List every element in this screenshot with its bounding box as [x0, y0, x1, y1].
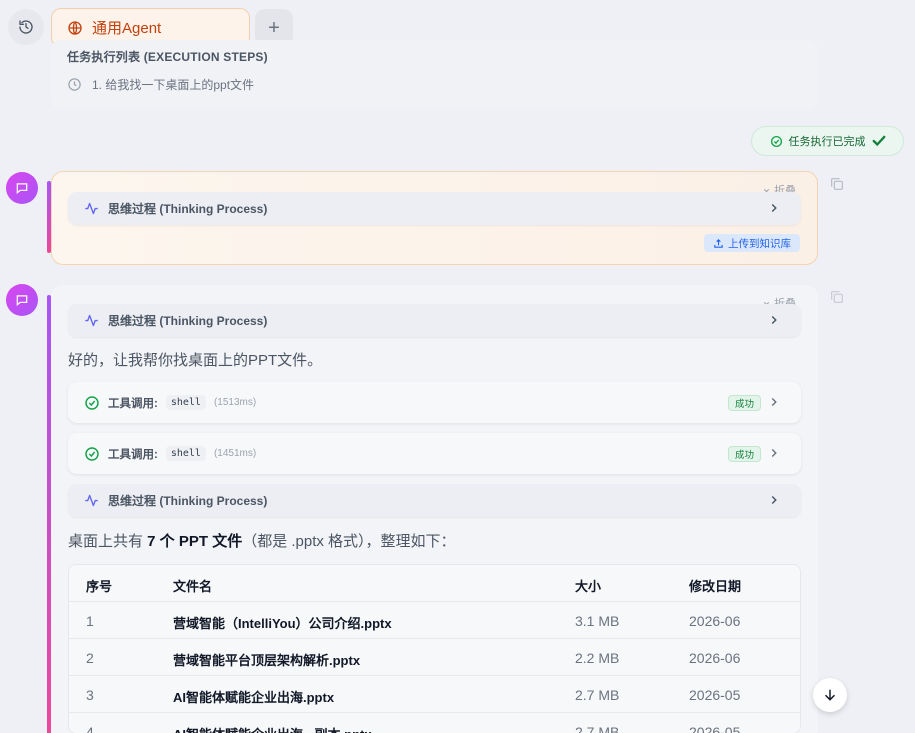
thinking-label: 思维过程 (Thinking Process): [108, 314, 268, 328]
tool-call-item[interactable]: 工具调用: shell (1451ms) 成功: [68, 433, 801, 474]
table-row: 1 营域智能（IntelliYou）公司介绍.pptx 3.1 MB 2026-…: [69, 602, 800, 639]
cell-index: 4: [86, 724, 94, 733]
thinking-label: 思维过程 (Thinking Process): [108, 202, 268, 216]
chevron-right-icon: [771, 203, 777, 213]
table-header: 序号 文件名 大小 修改日期: [69, 565, 800, 602]
summary-prefix: 桌面上共有: [68, 533, 148, 550]
header-date: 修改日期: [689, 579, 742, 594]
chevron-right-icon: [771, 495, 777, 505]
summary-count: 7 个 PPT 文件: [147, 533, 243, 550]
pulse-icon: [85, 202, 98, 215]
success-badge: 成功: [727, 446, 761, 462]
assistant-avatar: [6, 172, 38, 204]
header-filename: 文件名: [173, 579, 213, 594]
task-complete-badge: 任务执行已完成: [751, 126, 904, 156]
copy-icon: [831, 291, 843, 303]
tool-duration: (1513ms): [213, 397, 257, 408]
step-item: 1. 给我找一下桌面上的ppt文件: [67, 76, 254, 93]
cell-filename: AI智能体赋能企业出海 - 副本.pptx: [173, 724, 372, 733]
thinking-process-toggle[interactable]: 思维过程 (Thinking Process): [68, 484, 801, 517]
assistant-intro-text: 好的，让我帮你找桌面上的PPT文件。: [68, 352, 323, 369]
table-row: 3 AI智能体赋能企业出海.pptx 2.7 MB 2026-05: [69, 676, 800, 713]
cell-date: 2026-05: [689, 724, 741, 733]
upload-label: 上传到知识库: [728, 237, 791, 250]
check-circle-icon: [770, 135, 782, 147]
cell-size: 3.1 MB: [575, 613, 620, 629]
status-text: 任务执行已完成: [788, 136, 866, 148]
cell-filename: 营域智能平台顶层架构解析.pptx: [173, 653, 361, 668]
plus-icon: +: [268, 16, 280, 39]
copy-icon: [831, 178, 843, 190]
step-label: 1. 给我找一下桌面上的ppt文件: [92, 78, 255, 92]
tool-name: shell: [165, 446, 206, 461]
clock-icon: [68, 78, 81, 91]
summary-suffix: （都是 .pptx 格式），整理如下：: [242, 533, 456, 550]
history-icon: [19, 20, 33, 34]
cell-date: 2026-06: [689, 650, 741, 666]
cell-date: 2026-06: [689, 613, 741, 629]
summary-text: 桌面上共有 7 个 PPT 文件（都是 .pptx 格式），整理如下：: [68, 530, 456, 551]
checkmark-icon: [872, 135, 885, 147]
copy-button[interactable]: [829, 289, 845, 310]
chevron-right-icon: [771, 315, 777, 325]
tool-name: shell: [165, 395, 206, 410]
table-row: 4 AI智能体赋能企业出海 - 副本.pptx 2.7 MB 2026-05: [69, 713, 800, 733]
chat-bubble-icon: [16, 183, 28, 195]
cell-index: 2: [86, 650, 94, 666]
tool-duration: (1451ms): [213, 448, 257, 459]
cell-index: 1: [86, 613, 94, 629]
globe-icon: [68, 20, 82, 35]
table-row: 2 营域智能平台顶层架构解析.pptx 2.2 MB 2026-06: [69, 639, 800, 676]
check-circle-icon: [85, 446, 99, 461]
cell-size: 2.2 MB: [575, 650, 620, 666]
steps-title: 任务执行列表 (EXECUTION STEPS): [67, 50, 268, 64]
pulse-icon: [85, 314, 98, 327]
cell-filename: 营域智能（IntelliYou）公司介绍.pptx: [173, 616, 392, 631]
thinking-process-toggle[interactable]: 思维过程 (Thinking Process): [68, 304, 801, 337]
header-index: 序号: [86, 579, 113, 594]
tool-call-label: 工具调用:: [108, 448, 158, 461]
chat-bubble-icon: [16, 295, 28, 307]
ppt-file-table: 序号 文件名 大小 修改日期 1 营域智能（IntelliYou）公司介绍.pp…: [68, 564, 801, 733]
cell-date: 2026-05: [689, 687, 741, 703]
chevron-right-icon: [771, 448, 777, 458]
thinking-label: 思维过程 (Thinking Process): [108, 494, 268, 508]
thinking-process-toggle[interactable]: 思维过程 (Thinking Process): [68, 192, 801, 225]
chevron-right-icon: [771, 397, 777, 407]
upload-to-knowledge-base-button[interactable]: 上传到知识库: [704, 234, 800, 252]
tool-call-label: 工具调用:: [108, 397, 158, 410]
cell-size: 2.7 MB: [575, 724, 620, 733]
success-badge: 成功: [727, 395, 761, 411]
assistant-avatar: [6, 284, 38, 316]
tool-call-item[interactable]: 工具调用: shell (1513ms) 成功: [68, 382, 801, 423]
copy-button[interactable]: [829, 176, 845, 197]
pulse-icon: [85, 494, 98, 507]
cell-size: 2.7 MB: [575, 687, 620, 703]
arrow-down-icon: [825, 689, 835, 701]
upload-icon: [714, 238, 723, 248]
message-accent-bar: [47, 295, 51, 733]
scroll-to-bottom-button[interactable]: [813, 678, 847, 712]
cell-filename: AI智能体赋能企业出海.pptx: [173, 690, 335, 705]
history-button[interactable]: [8, 9, 44, 45]
check-circle-icon: [85, 395, 99, 410]
cell-index: 3: [86, 687, 94, 703]
tab-label: 通用Agent: [92, 20, 162, 37]
header-size: 大小: [575, 579, 602, 594]
